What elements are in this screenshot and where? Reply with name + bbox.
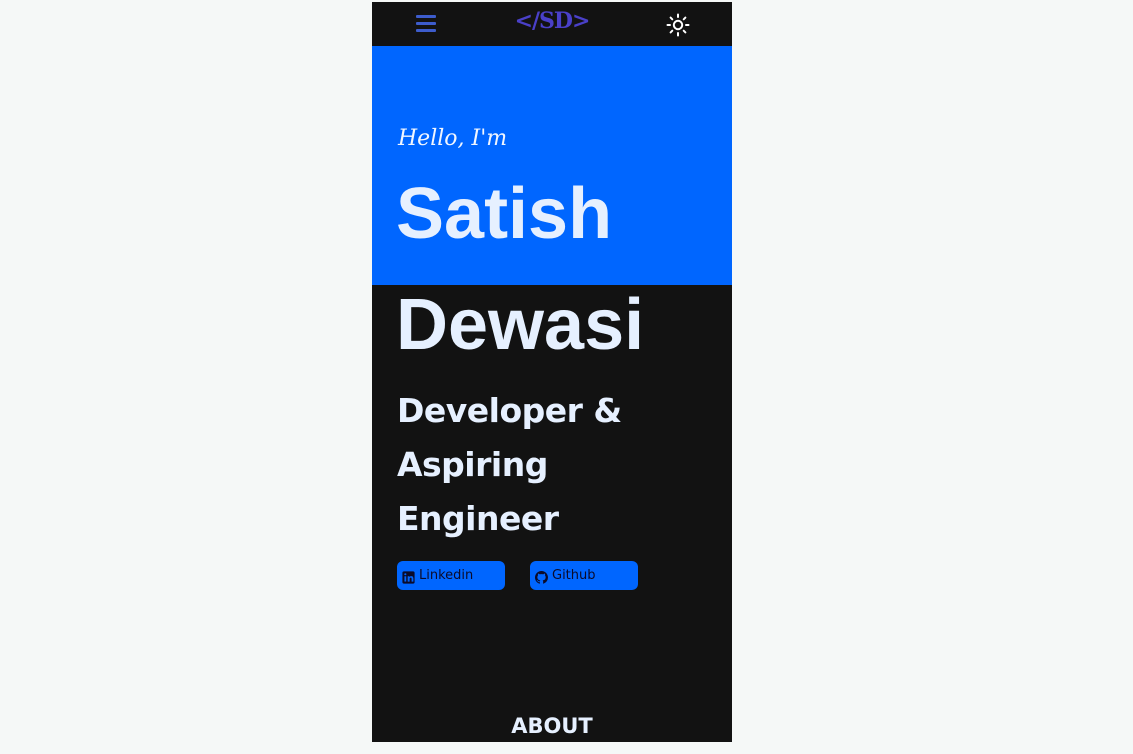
tagline-line: Developer &: [397, 391, 622, 430]
hero-greeting: Hello, I'm: [398, 126, 508, 151]
hamburger-menu-icon[interactable]: [416, 14, 436, 32]
github-button[interactable]: Github: [530, 561, 638, 590]
tagline-line: Engineer: [397, 499, 559, 538]
linkedin-button[interactable]: Linkedin: [397, 561, 505, 590]
sun-icon[interactable]: [666, 13, 690, 37]
hero-tagline: Developer & Aspiring Engineer: [397, 384, 697, 546]
site-logo[interactable]: </SD>: [512, 8, 592, 34]
github-icon: [535, 569, 548, 584]
github-label: Github: [552, 568, 596, 583]
app-viewport: </SD> Hello, I'm Satish Dewasi Developer…: [372, 2, 732, 742]
linkedin-label: Linkedin: [419, 568, 474, 583]
top-navbar: </SD>: [372, 2, 732, 46]
hero-first-name: Satish: [396, 174, 613, 254]
about-section-heading: ABOUT: [511, 714, 593, 738]
linkedin-icon: [402, 569, 415, 584]
hero-last-name: Dewasi: [396, 285, 645, 365]
tagline-line: Aspiring: [397, 445, 548, 484]
